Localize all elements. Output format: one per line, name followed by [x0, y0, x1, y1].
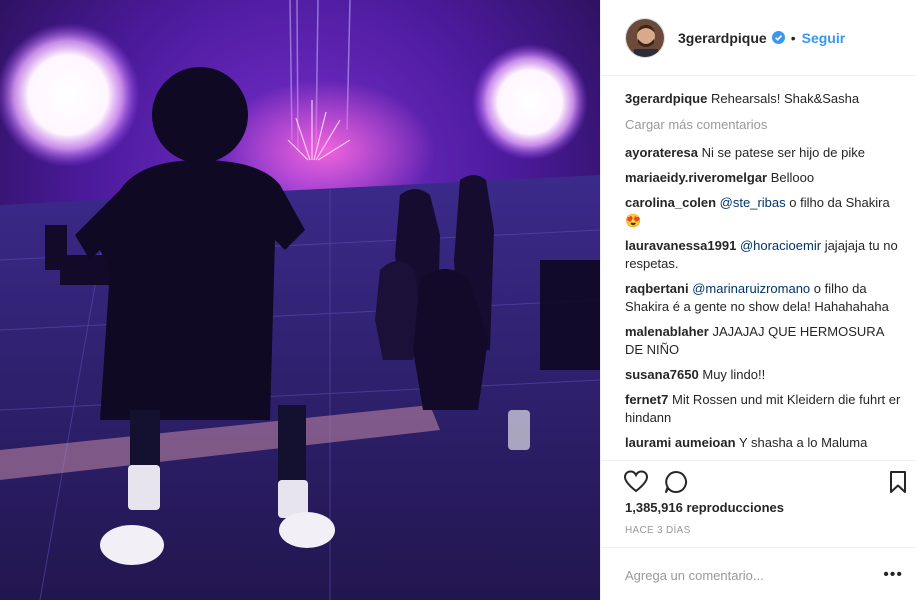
verified-badge-icon	[771, 31, 785, 44]
post-video[interactable]	[0, 0, 600, 600]
post-header: 3gerardpique • Seguir	[601, 0, 916, 76]
comment-username[interactable]: ayorateresa	[625, 145, 698, 160]
comment-mention[interactable]: @horacioemir	[740, 238, 821, 253]
add-comment-input[interactable]	[625, 564, 865, 586]
heart-icon[interactable]	[623, 469, 649, 495]
comment-username[interactable]: malenablaher	[625, 324, 709, 339]
comments-list[interactable]: 3gerardpique Rehearsals! Shak&Sasha Carg…	[601, 76, 916, 460]
username-link[interactable]: 3gerardpique	[678, 30, 767, 46]
view-count[interactable]: 1,385,916 reproducciones	[625, 500, 784, 515]
avatar[interactable]	[625, 17, 665, 58]
more-options-button[interactable]: •••	[883, 566, 903, 584]
video-frame-image	[0, 0, 600, 600]
load-more-comments-button[interactable]: Cargar más comentarios	[625, 116, 905, 134]
post-sidebar: 3gerardpique • Seguir 3gerardpique Rehea…	[600, 0, 916, 600]
comment-bubble-icon[interactable]	[663, 469, 689, 495]
header-separator: •	[790, 29, 796, 46]
avatar-image	[626, 18, 664, 57]
add-comment-section: •••	[601, 547, 916, 600]
comment-username[interactable]: laurami aumeioan	[625, 435, 736, 450]
comment-text: Y shasha a lo Maluma	[738, 435, 868, 450]
comment-username[interactable]: fernet7	[625, 392, 668, 407]
comment-text: Bellooo	[770, 170, 815, 185]
comment-username[interactable]: mariaeidy.riveromelgar	[625, 170, 767, 185]
comment-mention[interactable]: @marinaruizromano	[692, 281, 810, 296]
comment-text: Ni se patese ser hijo de pike	[701, 145, 865, 160]
post-dialog: 3gerardpique • Seguir 3gerardpique Rehea…	[0, 0, 916, 600]
comment-item: raqbertani @marinaruizromano o filho da …	[625, 280, 905, 316]
comment-username[interactable]: susana7650	[625, 367, 699, 382]
comment-item: laurami aumeioan Y shasha a lo Maluma	[625, 434, 905, 452]
action-bar	[601, 460, 916, 500]
comment-text: Muy lindo!!	[702, 367, 766, 382]
comment-username[interactable]: carolina_colen	[625, 195, 716, 210]
comment-mention[interactable]: @ste_ribas	[720, 195, 786, 210]
caption-username[interactable]: 3gerardpique	[625, 91, 707, 106]
bookmark-icon[interactable]	[885, 469, 911, 495]
comment-item: lauravanessa1991 @horacioemir jajajaja t…	[625, 237, 905, 273]
comment-username[interactable]: raqbertani	[625, 281, 689, 296]
post-caption: 3gerardpique Rehearsals! Shak&Sasha	[625, 90, 905, 108]
comment-item: carolina_colen @ste_ribas o filho da Sha…	[625, 194, 905, 230]
post-date[interactable]: HACE 3 DÍAS	[625, 525, 691, 536]
comment-item: susana7650 Muy lindo!!	[625, 366, 905, 384]
comment-item: mariaeidy.riveromelgar Bellooo	[625, 169, 905, 187]
caption-text: Rehearsals! Shak&Sasha	[710, 91, 860, 106]
comment-item: ayorateresa Ni se patese ser hijo de pik…	[625, 144, 905, 162]
follow-button[interactable]: Seguir	[802, 30, 846, 46]
comment-username[interactable]: lauravanessa1991	[625, 238, 736, 253]
comment-item: fernet7 Mit Rossen und mit Kleidern die …	[625, 391, 905, 427]
comment-item: malenablaher JAJAJAJ QUE HERMOSURA DE NI…	[625, 323, 905, 359]
